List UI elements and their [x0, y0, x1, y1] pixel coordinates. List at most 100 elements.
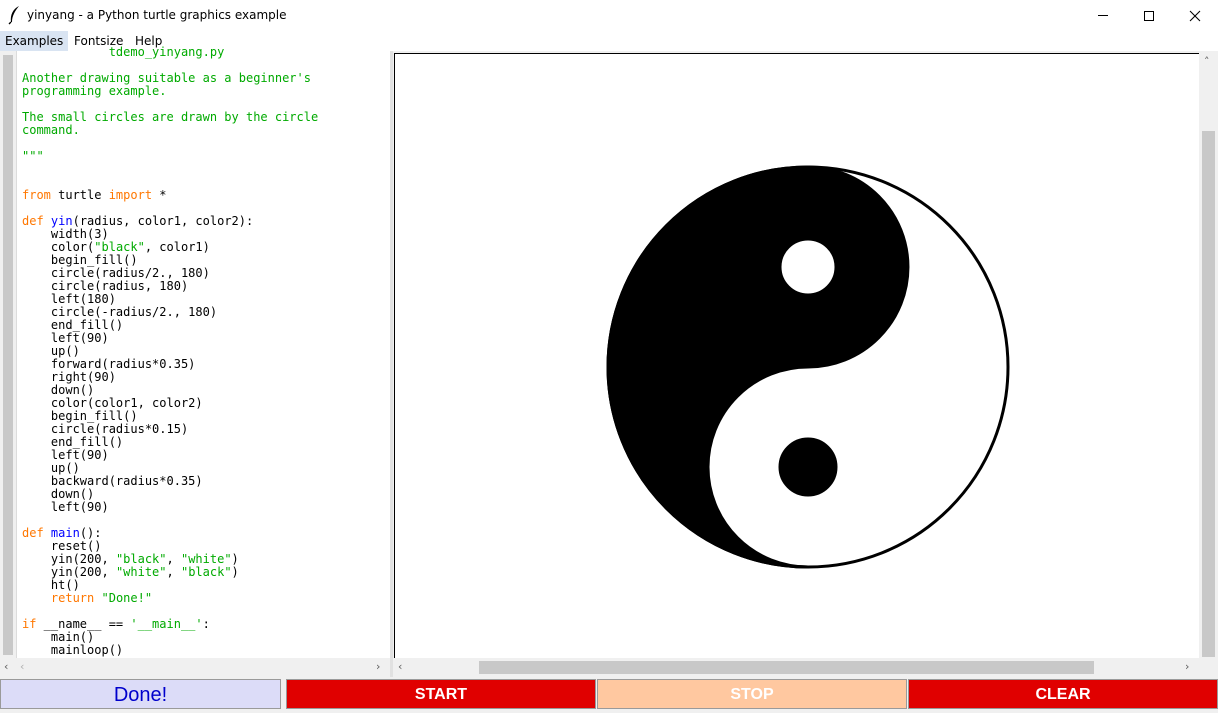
code-token: def	[22, 214, 44, 228]
code-token: ,	[166, 565, 181, 579]
minimize-button[interactable]	[1080, 0, 1126, 31]
code-line: """	[22, 150, 318, 163]
canvas-vscroll-thumb[interactable]	[1202, 131, 1215, 657]
code-token: tdemo_yinyang.py	[22, 45, 225, 59]
scroll-left-arrow-icon[interactable]: ‹	[398, 660, 402, 673]
code-token: color(color1, color2)	[50, 396, 203, 410]
code-token: circle(-radius/2., 180)	[50, 305, 218, 319]
code-token: yin	[50, 214, 73, 228]
code-token: up()	[50, 344, 80, 358]
code-token: '__main__'	[130, 617, 203, 631]
code-token: "black"	[94, 240, 145, 254]
code-token: end_fill()	[50, 435, 124, 449]
maximize-button[interactable]	[1126, 0, 1172, 31]
code-token: yin(200,	[50, 552, 116, 566]
yin-yang-drawing	[606, 165, 1010, 569]
close-icon	[1189, 10, 1201, 22]
yang-dot	[778, 237, 838, 297]
yin-dot	[778, 437, 838, 497]
pane-divider[interactable]	[390, 51, 393, 677]
minimize-icon	[1098, 15, 1108, 16]
code-line: from turtle import *	[22, 189, 318, 202]
code-token: end_fill()	[50, 318, 124, 332]
code-line: tdemo_yinyang.py	[22, 46, 318, 59]
scroll-up-arrow-icon[interactable]: ˄	[1204, 55, 1210, 68]
stop-button[interactable]: STOP	[597, 679, 907, 709]
code-line: return "Done!"	[22, 592, 318, 605]
code-token: "white"	[115, 565, 167, 579]
code-token: left(90)	[50, 331, 109, 345]
code-token: backward(radius*0.35)	[50, 474, 203, 488]
code-token: color(	[50, 240, 95, 254]
code-token: "black"	[180, 565, 232, 579]
code-pane: tdemo_yinyang.py Another drawing suitabl…	[0, 46, 390, 677]
code-token: begin_fill()	[50, 409, 138, 423]
code-token: ,	[166, 552, 181, 566]
code-token: left(180)	[50, 292, 116, 306]
code-token: left(90)	[50, 448, 109, 462]
canvas-hscroll-thumb[interactable]	[479, 661, 1094, 674]
code-scroll-thumb[interactable]	[3, 55, 13, 655]
code-token: "black"	[115, 552, 167, 566]
code-token: from	[22, 188, 51, 202]
code-token: ():	[79, 526, 102, 540]
code-token: *	[152, 188, 167, 202]
code-horizontal-scrollbar[interactable]: ‹ ‹ ›	[0, 658, 390, 677]
code-vertical-scrollbar[interactable]	[0, 51, 17, 658]
code-token: return	[50, 591, 95, 605]
done-status-label: Done!	[0, 679, 281, 709]
code-view[interactable]: tdemo_yinyang.py Another drawing suitabl…	[22, 46, 318, 657]
scroll-left-arrow-icon[interactable]: ‹	[4, 660, 8, 673]
code-token: The small circles are drawn by the circl…	[22, 110, 319, 124]
code-token: :	[202, 617, 210, 631]
code-token: circle(radius, 180)	[50, 279, 189, 293]
clear-button[interactable]: CLEAR	[908, 679, 1218, 709]
start-button[interactable]: START	[286, 679, 596, 709]
close-button[interactable]	[1172, 0, 1218, 31]
code-token: import	[108, 188, 153, 202]
control-buttons: Done! START STOP CLEAR	[0, 677, 1218, 713]
code-token: circle(radius*0.15)	[50, 422, 189, 436]
scroll-right-arrow-icon[interactable]: ›	[376, 660, 380, 673]
code-token: circle(radius/2., 180)	[50, 266, 210, 280]
code-token: "white"	[180, 552, 232, 566]
code-token: )	[231, 565, 239, 579]
feather-icon	[8, 6, 19, 25]
title-bar: yinyang - a Python turtle graphics examp…	[0, 0, 1218, 31]
code-token: width(3)	[50, 227, 109, 241]
scroll-left-arrow-icon[interactable]: ‹	[20, 660, 24, 673]
code-token: main()	[50, 630, 95, 644]
code-token: programming example.	[22, 84, 167, 98]
scroll-right-arrow-icon[interactable]: ›	[1185, 660, 1189, 673]
code-line: mainloop()	[22, 644, 318, 657]
code-token: command.	[22, 123, 80, 137]
maximize-icon	[1144, 11, 1154, 21]
code-token: turtle	[50, 188, 109, 202]
code-token: )	[231, 552, 239, 566]
code-token: reset()	[50, 539, 102, 553]
code-token: forward(radius*0.35)	[50, 357, 196, 371]
code-token: mainloop()	[50, 643, 124, 657]
code-line: command.	[22, 124, 318, 137]
code-line: left(90)	[22, 501, 318, 514]
code-token: """	[22, 149, 44, 163]
code-token: begin_fill()	[50, 253, 138, 267]
turtle-canvas[interactable]	[394, 53, 1200, 659]
code-token: main	[50, 526, 80, 540]
canvas-vertical-scrollbar[interactable]: ˄	[1199, 53, 1218, 659]
canvas-horizontal-scrollbar[interactable]: ‹ ›	[394, 658, 1199, 677]
code-token: Another drawing suitable as a beginner's	[22, 71, 311, 85]
code-token: , color1)	[144, 240, 210, 254]
window-title: yinyang - a Python turtle graphics examp…	[27, 8, 287, 22]
code-token: yin(200,	[50, 565, 116, 579]
code-token: (radius, color1, color2):	[72, 214, 254, 228]
code-token: "Done!"	[101, 591, 153, 605]
code-token: up()	[50, 461, 80, 475]
code-token: if	[22, 617, 37, 631]
code-token: down()	[50, 383, 95, 397]
